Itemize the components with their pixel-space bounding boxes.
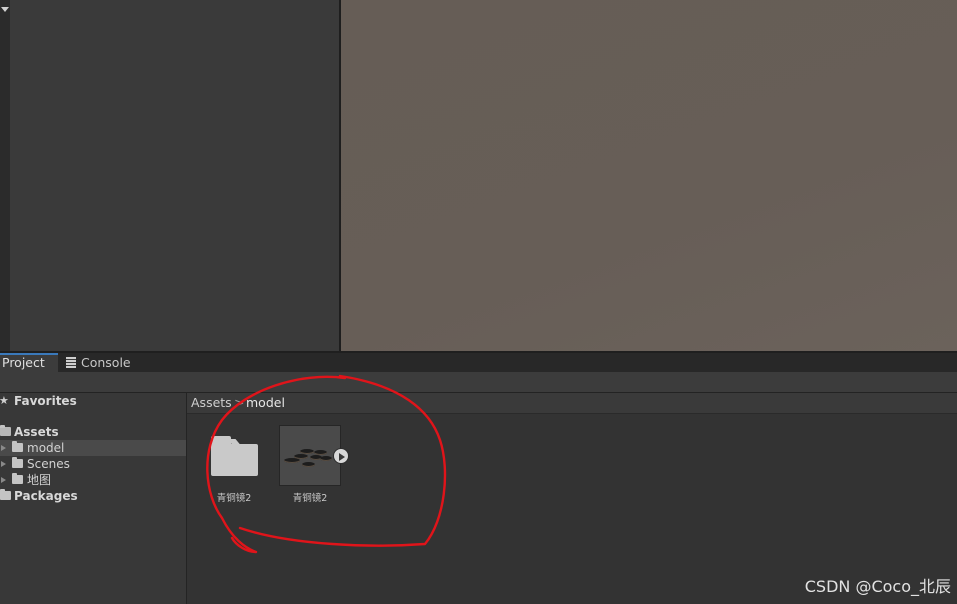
folder-icon-body	[211, 444, 258, 476]
asset-label: 青铜镜2	[216, 493, 252, 504]
packages-label: Packages	[14, 489, 78, 503]
breadcrumb-assets[interactable]: Assets	[191, 393, 232, 413]
expand-arrow-icon[interactable]	[1, 477, 6, 483]
star-icon: ★	[0, 394, 9, 407]
tab-console[interactable]: Console	[66, 353, 131, 372]
play-icon[interactable]	[333, 448, 349, 464]
model-preview-disc	[320, 456, 332, 461]
favorites-row[interactable]: ★ Favorites	[0, 393, 186, 409]
tab-project[interactable]: Project	[0, 353, 58, 372]
sidebar-item-scenes[interactable]: Scenes	[0, 456, 186, 472]
bottom-tab-bar: Project Console	[0, 353, 957, 372]
hierarchy-panel[interactable]	[10, 0, 339, 351]
project-sidebar: ★ Favorites Assets model Scenes 地图 Packa…	[0, 393, 187, 604]
console-icon	[66, 357, 76, 368]
packages-row[interactable]: Packages	[0, 488, 186, 504]
model-preview-disc	[314, 450, 327, 455]
sidebar-item-map[interactable]: 地图	[0, 472, 186, 488]
model-preview-disc	[300, 449, 314, 454]
asset-model-thumbnail[interactable]	[279, 425, 341, 486]
folder-icon	[12, 457, 23, 468]
create-dropdown-caret-icon[interactable]	[1, 7, 9, 12]
sidebar-item-label: Scenes	[27, 457, 70, 471]
tab-project-label: Project	[2, 355, 45, 370]
asset-label: 青铜镜2	[292, 493, 328, 504]
folder-icon	[0, 489, 11, 500]
tab-console-label: Console	[81, 355, 131, 370]
breadcrumb-separator-icon: >	[234, 395, 245, 410]
sidebar-item-label: 地图	[27, 473, 52, 487]
sidebar-item-model[interactable]: model	[0, 440, 186, 456]
assets-row[interactable]: Assets	[0, 424, 186, 440]
watermark: CSDN @Coco_北辰	[804, 577, 951, 596]
left-edge-panel	[0, 0, 10, 351]
assets-label: Assets	[14, 425, 59, 439]
sidebar-item-label: model	[27, 441, 65, 455]
model-preview-disc	[302, 462, 315, 467]
asset-folder-tile[interactable]	[211, 436, 258, 476]
favorites-label: Favorites	[14, 394, 77, 408]
model-preview-disc	[294, 454, 308, 459]
expand-arrow-icon[interactable]	[1, 461, 6, 467]
folder-icon	[12, 441, 23, 452]
expand-arrow-icon[interactable]	[1, 445, 6, 451]
breadcrumb-model[interactable]: model	[246, 393, 285, 413]
folder-icon	[12, 473, 23, 484]
breadcrumb: Assets > model	[187, 393, 957, 414]
project-toolbar	[0, 372, 957, 393]
scene-view[interactable]	[341, 0, 957, 351]
folder-open-icon	[0, 425, 11, 436]
